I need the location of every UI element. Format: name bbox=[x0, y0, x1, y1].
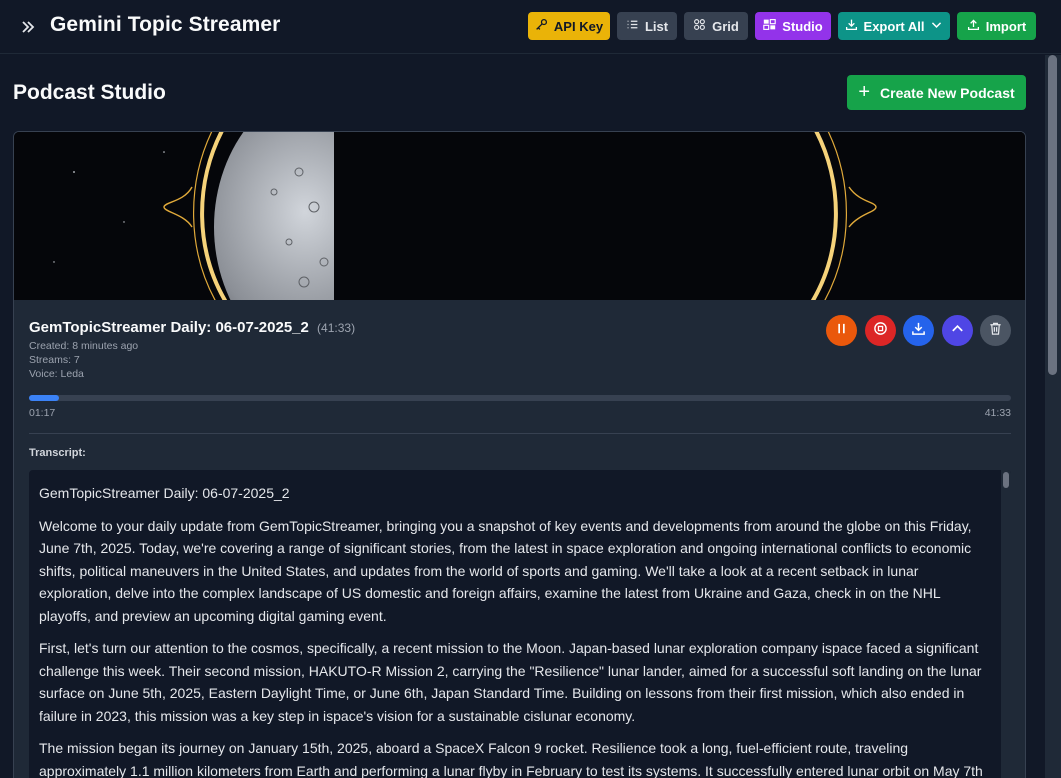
grid-view-button[interactable]: Grid bbox=[684, 12, 748, 40]
collapse-button[interactable] bbox=[942, 315, 973, 346]
podcast-cover-image bbox=[14, 132, 1025, 300]
trash-icon bbox=[988, 321, 1003, 341]
export-all-button[interactable]: Export All bbox=[838, 12, 950, 40]
download-button[interactable] bbox=[903, 315, 934, 346]
podcast-title: GemTopicStreamer Daily: 06-07-2025_2 (41… bbox=[29, 319, 355, 336]
playback-progress-bar[interactable] bbox=[29, 395, 1011, 401]
chevron-up-icon bbox=[950, 321, 965, 341]
page-title: Podcast Studio bbox=[13, 81, 166, 104]
transcript-scrollbar[interactable] bbox=[1001, 470, 1011, 778]
plus-icon: + bbox=[858, 80, 871, 103]
transcript-scrollbar-thumb[interactable] bbox=[1003, 472, 1009, 488]
podcast-voice: Voice: Leda bbox=[29, 368, 84, 380]
studio-icon bbox=[763, 18, 777, 34]
upload-icon bbox=[967, 18, 980, 34]
pause-button[interactable] bbox=[826, 315, 857, 346]
chevron-down-icon bbox=[930, 18, 943, 34]
transcript-paragraph: Welcome to your daily update from GemTop… bbox=[39, 517, 972, 624]
create-new-podcast-label: Create New Podcast bbox=[880, 84, 1015, 101]
api-key-label: API Key bbox=[553, 18, 604, 34]
export-all-label: Export All bbox=[863, 18, 925, 34]
chevrons-right-icon[interactable] bbox=[20, 17, 36, 37]
current-time: 01:17 bbox=[29, 407, 56, 419]
import-label: Import bbox=[985, 18, 1027, 34]
list-view-label: List bbox=[644, 18, 669, 34]
download-icon bbox=[845, 18, 858, 34]
stop-button[interactable] bbox=[865, 315, 896, 346]
api-key-button[interactable]: API Key bbox=[528, 12, 610, 40]
delete-button[interactable] bbox=[980, 315, 1011, 346]
transcript-label: Transcript: bbox=[29, 447, 86, 459]
grid-icon bbox=[693, 18, 706, 34]
podcast-title-text: GemTopicStreamer Daily: 06-07-2025_2 bbox=[29, 319, 309, 336]
podcast-streams: Streams: 7 bbox=[29, 354, 80, 366]
list-icon bbox=[626, 18, 639, 34]
top-bar: Gemini Topic Streamer API Key List Grid … bbox=[0, 0, 1061, 54]
transcript-panel[interactable]: GemTopicStreamer Daily: 06-07-2025_2 Wel… bbox=[29, 470, 1011, 778]
download-icon bbox=[911, 321, 926, 341]
transcript-paragraph: GemTopicStreamer Daily: 06-07-2025_2 bbox=[39, 485, 290, 501]
podcast-card: GemTopicStreamer Daily: 06-07-2025_2 (41… bbox=[13, 131, 1026, 778]
pause-icon bbox=[834, 321, 849, 341]
key-icon bbox=[535, 18, 548, 34]
transcript-paragraph: The mission began its journey on January… bbox=[39, 740, 983, 778]
app-title: Gemini Topic Streamer bbox=[50, 13, 281, 36]
stop-icon bbox=[873, 321, 888, 341]
transcript-content: GemTopicStreamer Daily: 06-07-2025_2 Wel… bbox=[29, 470, 1011, 778]
list-view-button[interactable]: List bbox=[617, 12, 677, 40]
podcast-duration: (41:33) bbox=[317, 321, 356, 335]
total-time: 41:33 bbox=[984, 407, 1011, 419]
playback-progress-fill bbox=[29, 395, 60, 401]
grid-view-label: Grid bbox=[712, 18, 739, 34]
import-button[interactable]: Import bbox=[957, 12, 1036, 40]
divider bbox=[29, 433, 1011, 434]
studio-button[interactable]: Studio bbox=[755, 12, 831, 40]
page-scrollbar-thumb[interactable] bbox=[1048, 55, 1057, 375]
studio-label: Studio bbox=[782, 18, 823, 34]
page-scrollbar[interactable] bbox=[1045, 55, 1061, 778]
transcript-paragraph: First, let's turn our attention to the c… bbox=[39, 640, 982, 724]
create-new-podcast-button[interactable]: + Create New Podcast bbox=[847, 75, 1026, 110]
podcast-created: Created: 8 minutes ago bbox=[29, 340, 139, 352]
